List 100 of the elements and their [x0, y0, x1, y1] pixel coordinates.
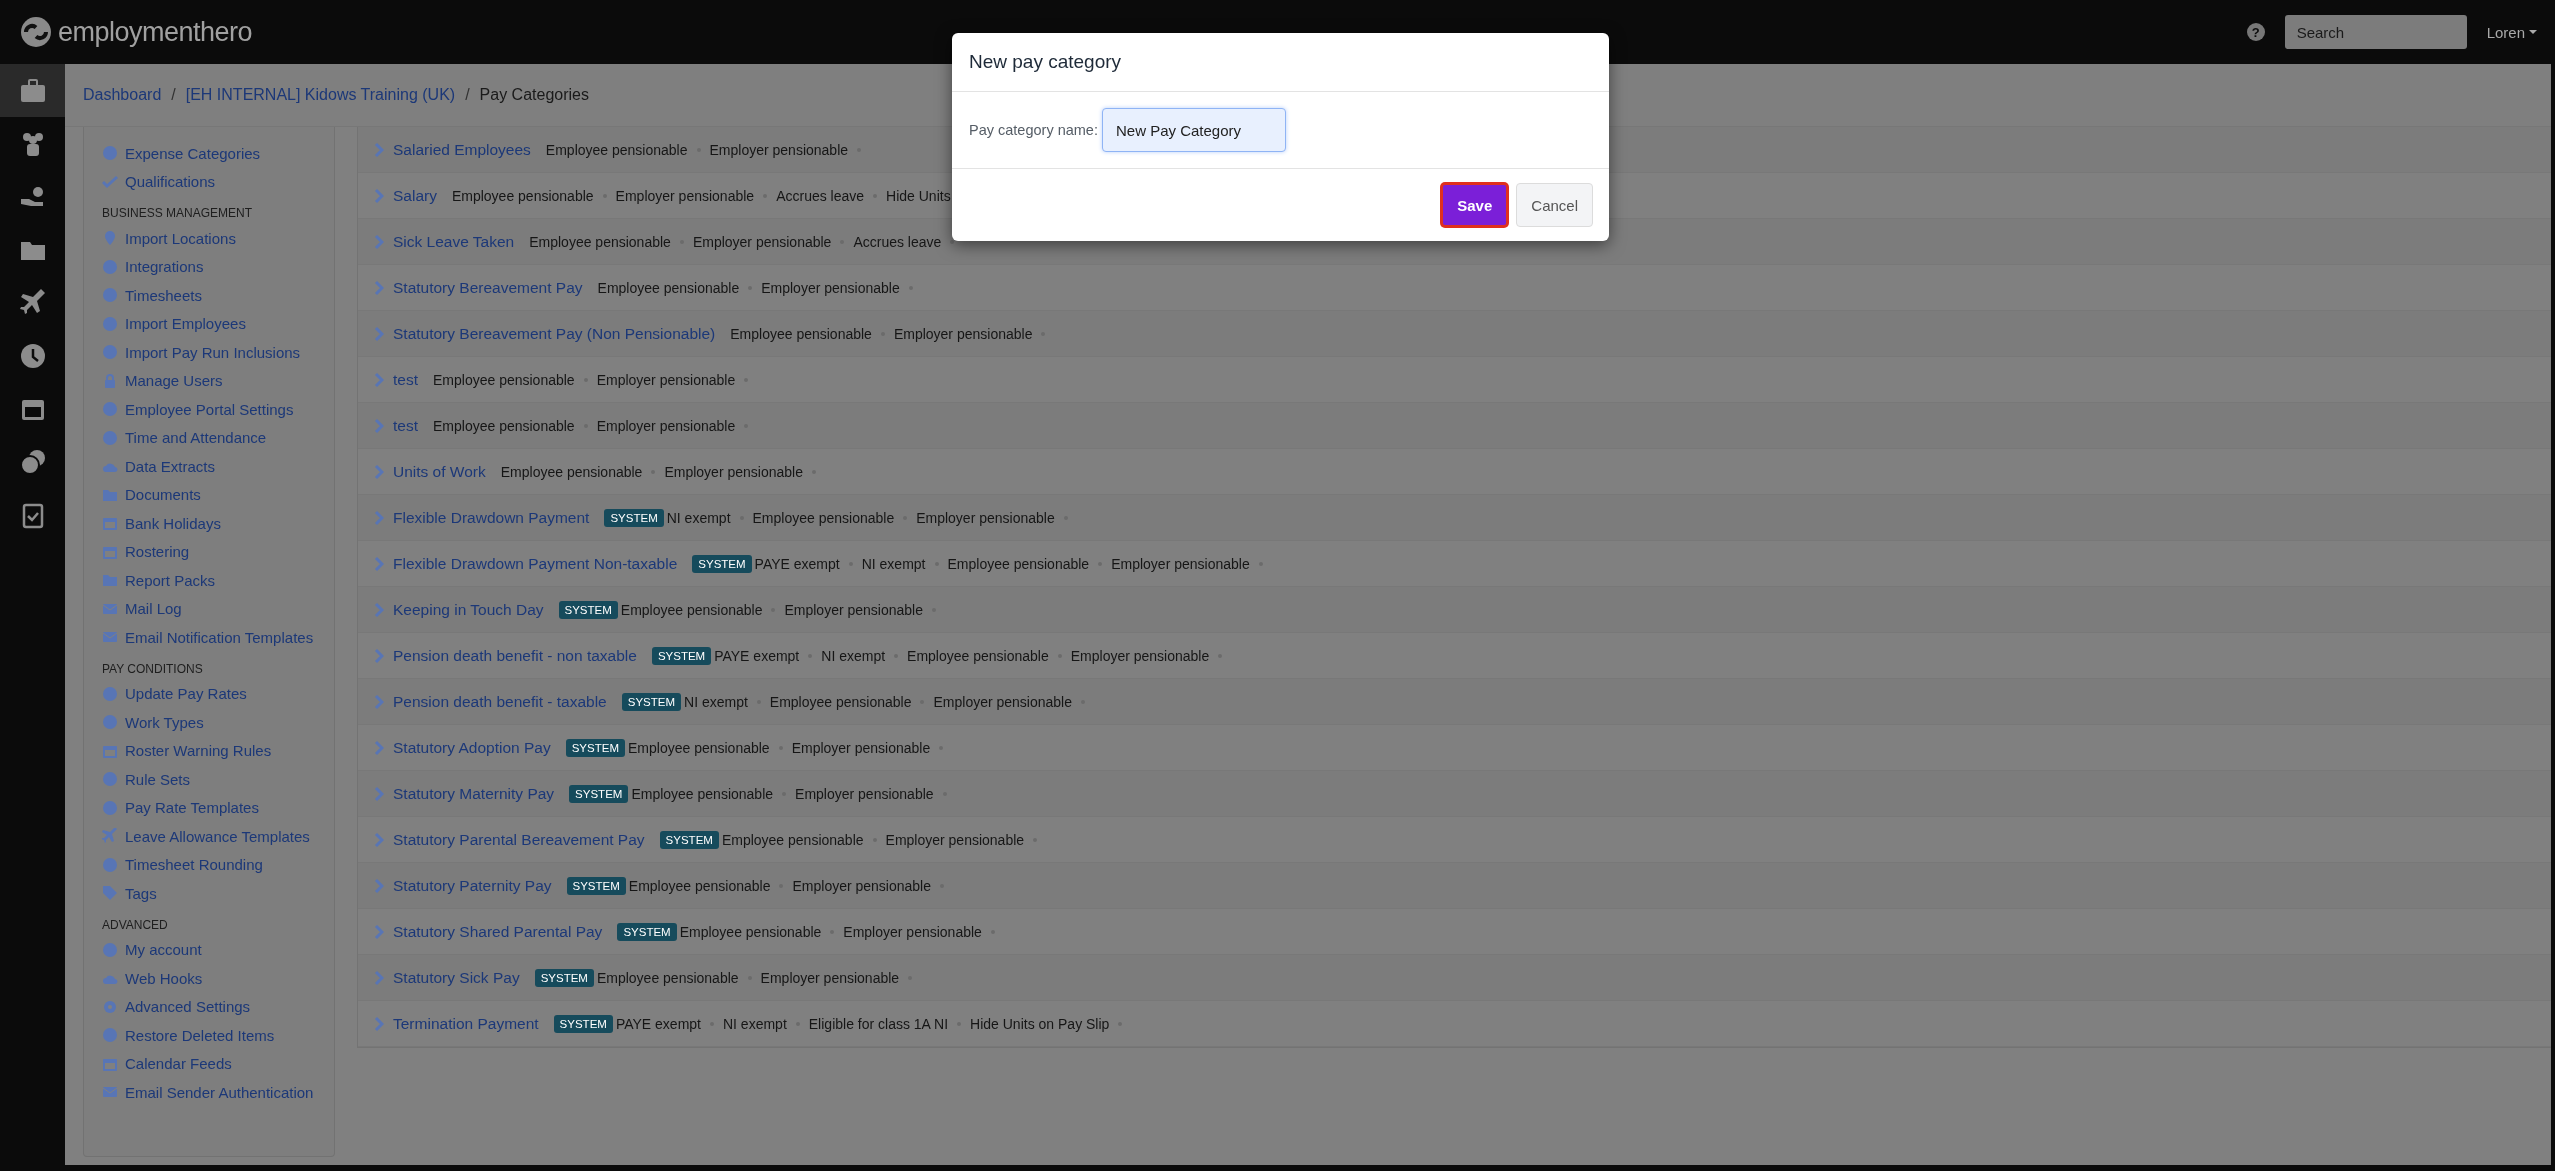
attribute-text: Employee pensionable: [769, 693, 912, 710]
sidebar-link[interactable]: Restore Deleted Items: [125, 1026, 275, 1044]
sidebar-link[interactable]: Tags: [125, 884, 157, 902]
sidebar-link[interactable]: Qualifications: [125, 173, 216, 191]
breadcrumb-link[interactable]: Dashboard: [83, 86, 162, 104]
pay-category-link[interactable]: Statutory Bereavement Pay (Non Pensionable): [393, 324, 716, 343]
pay-category-link[interactable]: Statutory Paternity Pay: [393, 876, 552, 895]
sidebar-link[interactable]: Manage Users: [125, 372, 223, 390]
chevron-right-icon[interactable]: [374, 785, 384, 802]
sidebar-link[interactable]: Advanced Settings: [125, 998, 251, 1016]
pay-category-link[interactable]: Flexible Drawdown Payment: [393, 508, 590, 527]
chevron-right-icon[interactable]: [374, 371, 384, 388]
pay-category-link[interactable]: test: [393, 370, 418, 389]
sidebar-link[interactable]: Update Pay Rates: [125, 685, 247, 703]
tag-icon: [102, 885, 118, 902]
chevron-right-icon[interactable]: [374, 279, 384, 296]
sidebar-link[interactable]: Import Pay Run Inclusions: [125, 343, 301, 361]
chevron-right-icon[interactable]: [374, 325, 384, 342]
attribute-text: PAYE exempt: [754, 555, 840, 572]
chevron-right-icon[interactable]: [374, 1015, 384, 1032]
chevron-right-icon[interactable]: [374, 969, 384, 986]
sidebar-link[interactable]: Integrations: [125, 258, 204, 276]
chevron-right-icon[interactable]: [374, 233, 384, 250]
attribute-text: Hide Units on Pay Slip: [970, 1015, 1110, 1032]
system-badge: SYSTEM: [569, 784, 629, 803]
chevron-right-icon[interactable]: [374, 831, 384, 848]
save-button[interactable]: Save: [1441, 183, 1509, 227]
pay-category-link[interactable]: Statutory Maternity Pay: [393, 784, 555, 803]
cancel-button[interactable]: Cancel: [1516, 183, 1593, 227]
pay-category-link[interactable]: Sick Leave Taken: [393, 232, 515, 251]
sidebar-link[interactable]: Pay Rate Templates: [125, 799, 259, 817]
sidebar-link[interactable]: Leave Allowance Templates: [125, 827, 310, 845]
sidebar-link[interactable]: Time and Attendance: [125, 429, 267, 447]
chevron-right-icon[interactable]: [374, 417, 384, 434]
pay-category-link[interactable]: Statutory Shared Parental Pay: [393, 922, 603, 941]
chevron-right-icon[interactable]: [374, 647, 384, 664]
chevron-right-icon[interactable]: [374, 187, 384, 204]
pay-category-link[interactable]: Keeping in Touch Day: [393, 600, 544, 619]
attribute-text: NI exempt: [684, 693, 748, 710]
pay-category-name-field[interactable]: New Pay Category: [1101, 108, 1286, 152]
attribute-text: Employee pensionable: [628, 877, 771, 894]
attribute-text: Employer pensionable: [596, 371, 736, 388]
chevron-right-icon[interactable]: [374, 601, 384, 618]
chevron-right-icon[interactable]: [374, 509, 384, 526]
sidebar-link[interactable]: Roster Warning Rules: [125, 742, 272, 760]
sidebar-link[interactable]: Data Extracts: [125, 457, 216, 475]
chevron-right-icon[interactable]: [374, 923, 384, 940]
pay-category-link[interactable]: Pension death benefit - non taxable: [393, 646, 637, 665]
sidebar-link[interactable]: Import Employees: [125, 315, 246, 333]
pay-category-link[interactable]: Termination Payment: [393, 1014, 539, 1033]
rail-nav-item[interactable]: [0, 64, 65, 117]
chevron-right-icon[interactable]: [374, 693, 384, 710]
pay-category-link[interactable]: Pension death benefit - taxable: [393, 692, 607, 711]
pay-category-link[interactable]: Statutory Parental Bereavement Pay: [393, 830, 645, 849]
attribute-text: Employee pensionable: [679, 923, 822, 940]
pay-category-link[interactable]: Salaried Employees: [393, 140, 531, 159]
sidebar-link[interactable]: Mail Log: [125, 600, 182, 618]
attribute-text: NI exempt: [666, 509, 731, 526]
sidebar-link[interactable]: Report Packs: [125, 571, 216, 589]
pay-category-link[interactable]: Salary: [393, 186, 437, 205]
attribute-text: Employer pensionable: [843, 923, 982, 940]
sidebar-link[interactable]: Timesheet Rounding: [125, 856, 263, 874]
sidebar-link[interactable]: Calendar Feeds: [125, 1055, 232, 1073]
pay-category-link[interactable]: Flexible Drawdown Payment Non-taxable: [393, 554, 678, 573]
sidebar-link[interactable]: Documents: [125, 486, 201, 504]
sidebar-link[interactable]: Employee Portal Settings: [125, 400, 294, 418]
sidebar-link[interactable]: Bank Holidays: [125, 514, 221, 532]
breadcrumb-link[interactable]: [EH INTERNAL] Kidows Training (UK): [185, 86, 456, 104]
sidebar-link[interactable]: Expense Categories: [125, 144, 261, 162]
sidebar-link[interactable]: Email Notification Templates: [125, 628, 314, 646]
pay-category-link[interactable]: Units of Work: [393, 462, 486, 481]
chevron-right-icon[interactable]: [374, 463, 384, 480]
logo-text[interactable]: employmenthero: [58, 16, 253, 48]
sidebar-link[interactable]: Web Hooks: [125, 969, 203, 987]
user-menu[interactable]: Loren: [2486, 23, 2537, 41]
sidebar-link[interactable]: Timesheets: [125, 286, 202, 304]
sidebar-link[interactable]: Work Types: [125, 713, 204, 731]
pay-category-link[interactable]: test: [393, 416, 418, 435]
breadcrumb-current: Pay Categories: [479, 86, 589, 104]
system-badge: SYSTEM: [534, 968, 594, 987]
pay-category-link[interactable]: Statutory Adoption Pay: [393, 738, 551, 757]
chevron-right-icon[interactable]: [374, 141, 384, 158]
attribute-text: Employer pensionable: [760, 969, 900, 986]
chevron-right-icon[interactable]: [374, 877, 384, 894]
attribute-text: Employer pensionable: [692, 233, 832, 250]
sidebar-link[interactable]: Rule Sets: [125, 770, 191, 788]
search-field[interactable]: Search: [2284, 15, 2467, 49]
attribute-text: NI exempt: [861, 555, 926, 572]
section-heading: ADVANCED: [102, 917, 169, 932]
system-badge: SYSTEM: [565, 738, 625, 757]
pay-category-link[interactable]: Statutory Sick Pay: [393, 968, 520, 987]
help-icon[interactable]: ?: [2246, 23, 2265, 41]
sidebar-link[interactable]: Rostering: [125, 543, 190, 561]
pay-category-link[interactable]: Statutory Bereavement Pay: [393, 278, 583, 297]
sidebar-link[interactable]: Import Locations: [125, 229, 236, 247]
sidebar-link[interactable]: My account: [125, 941, 202, 959]
field-label: Pay category name:: [969, 122, 1098, 138]
chevron-right-icon[interactable]: [374, 739, 384, 756]
chevron-right-icon[interactable]: [374, 555, 384, 572]
sidebar-link[interactable]: Email Sender Authentication: [125, 1083, 314, 1101]
